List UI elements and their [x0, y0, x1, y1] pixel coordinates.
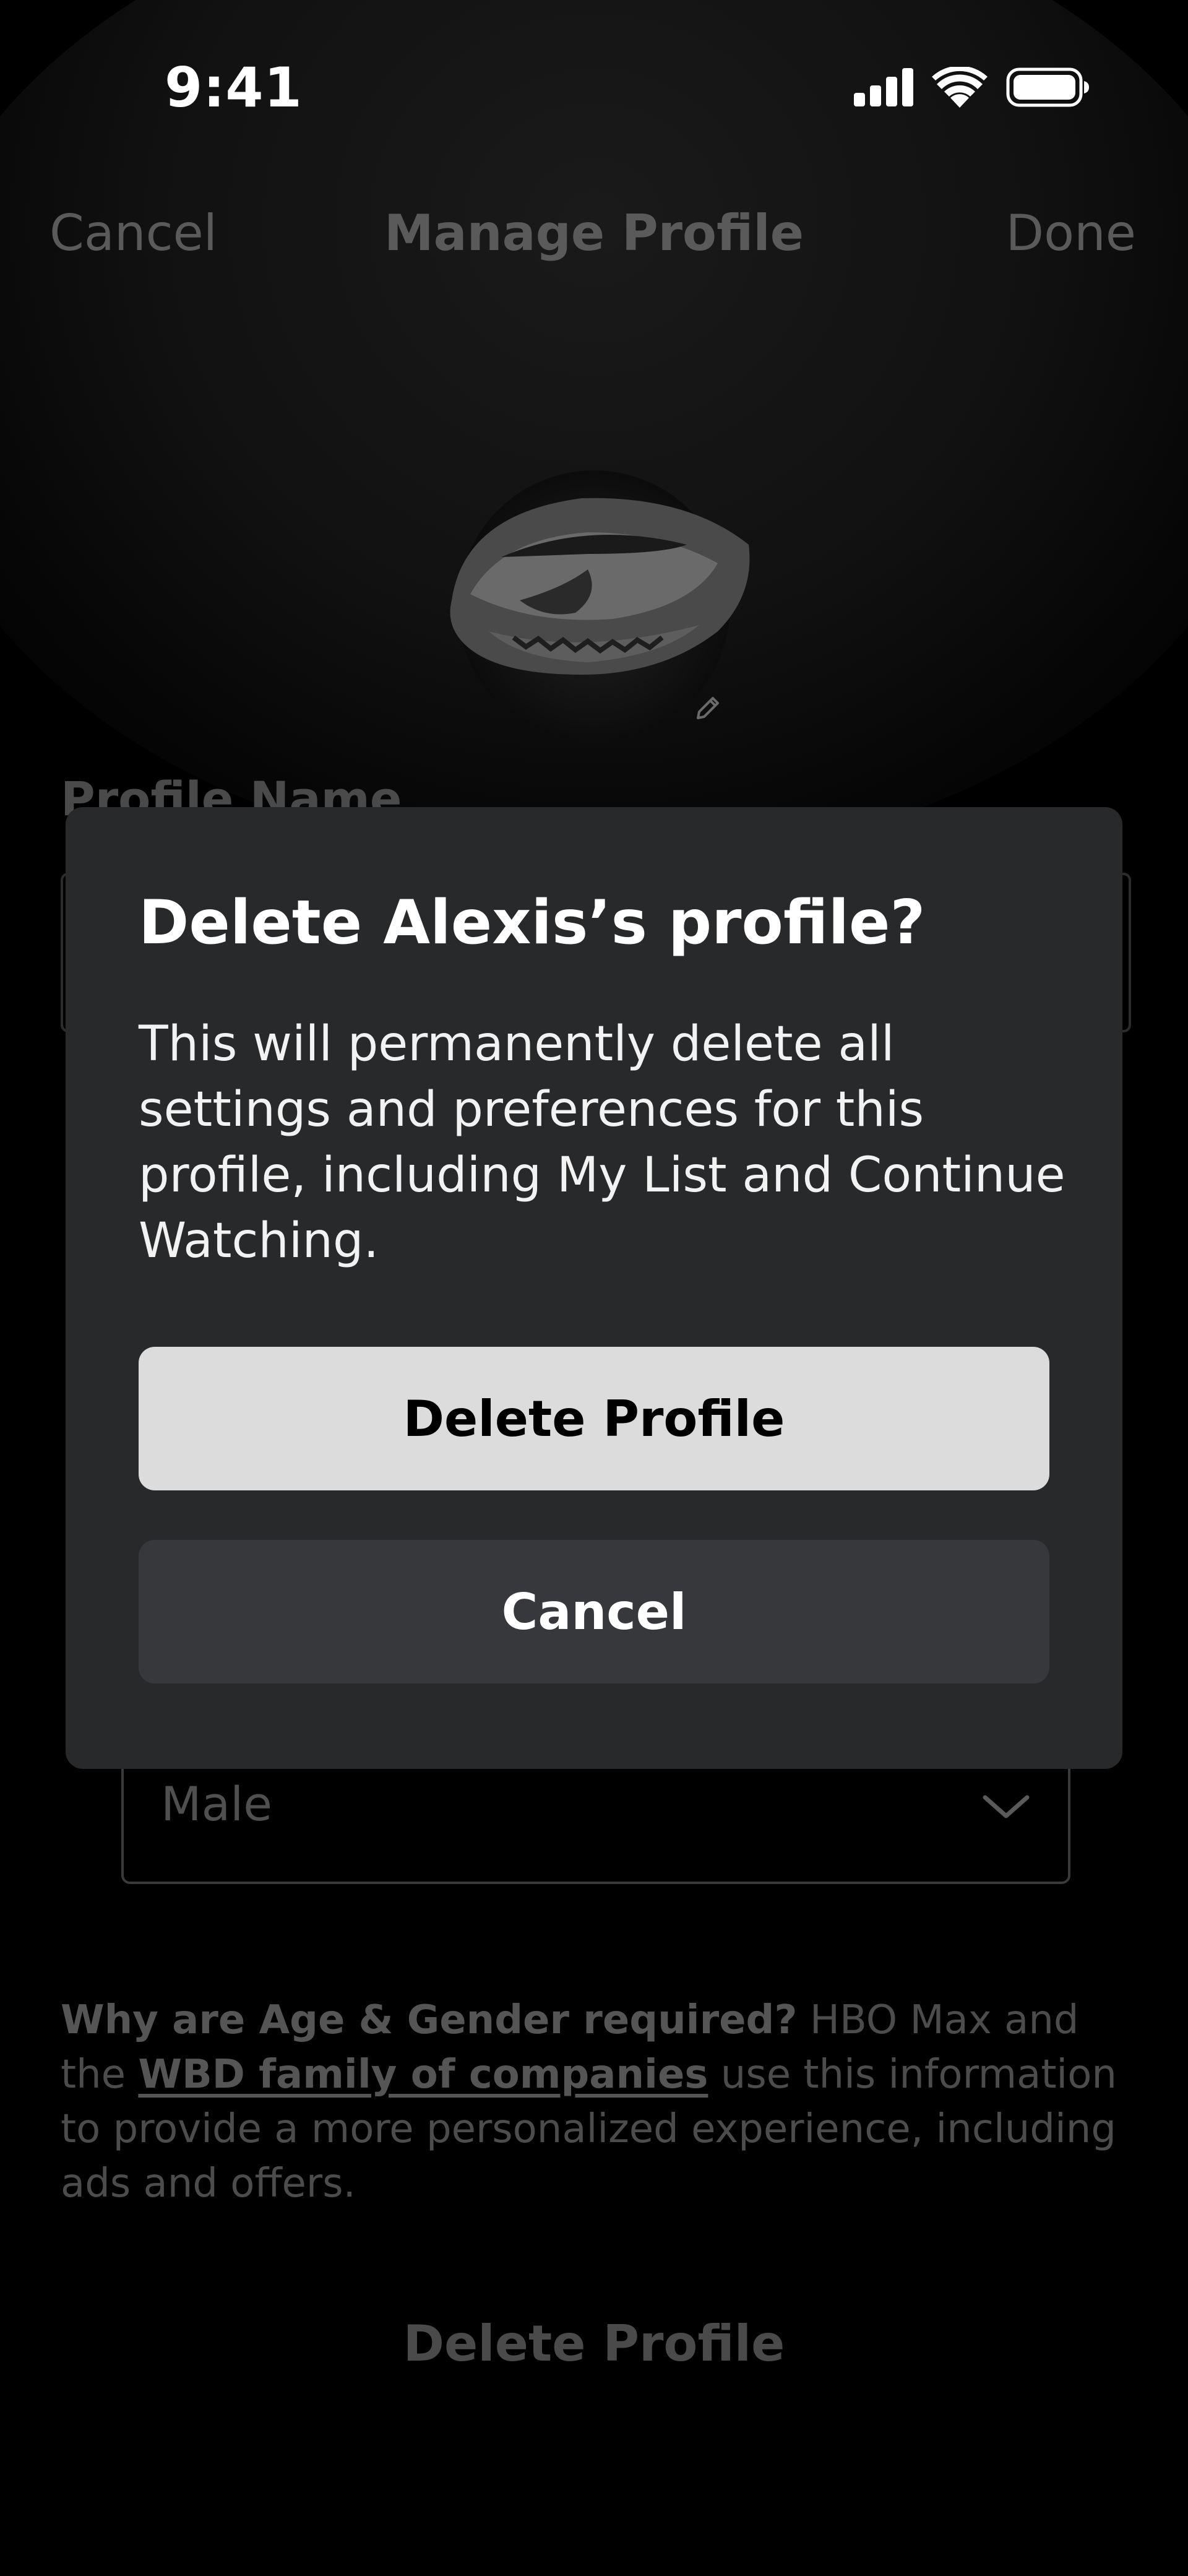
delete-profile-dialog: Delete Alexis’s profile? This will perma…	[66, 807, 1122, 1769]
age-gender-disclaimer: Why are Age & Gender required? HBO Max a…	[61, 1993, 1137, 2211]
delete-profile-button[interactable]: Delete Profile	[139, 1347, 1049, 1490]
cellular-signal-icon	[854, 68, 913, 106]
status-time: 9:41	[165, 56, 303, 119]
chevron-down-icon	[983, 1795, 1030, 1818]
dialog-message: This will permanently delete all setting…	[139, 1016, 1065, 1269]
dialog-title: Delete Alexis’s profile?	[139, 888, 926, 958]
nav-done-button[interactable]: Done	[1006, 204, 1136, 262]
battery-icon	[1006, 67, 1089, 107]
navigation-bar: Cancel Manage Profile Done	[0, 186, 1188, 272]
delete-profile-link[interactable]: Delete Profile	[0, 2315, 1188, 2372]
gender-select[interactable]: Male	[121, 1758, 1070, 1884]
wifi-icon	[932, 67, 988, 108]
cancel-button[interactable]: Cancel	[139, 1540, 1049, 1683]
pencil-icon[interactable]	[693, 693, 723, 723]
status-icons	[854, 67, 1089, 108]
wbd-companies-link[interactable]: WBD family of companies	[138, 2052, 708, 2098]
status-bar: 9:41	[0, 0, 1188, 173]
gender-select-value: Male	[161, 1776, 273, 1831]
disclaimer-question: Why are Age & Gender required?	[61, 1997, 798, 2043]
manage-profile-screen: 9:41 Cancel Manage Profile Done Profile …	[0, 0, 1188, 2576]
